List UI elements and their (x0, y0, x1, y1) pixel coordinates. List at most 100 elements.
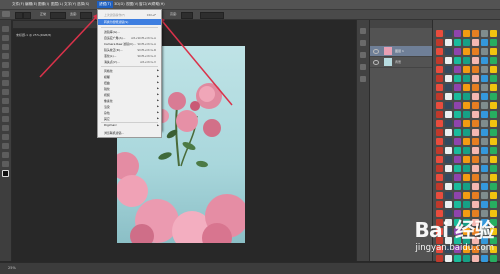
menu-item-convert-smart-filter[interactable]: 转换为智能滤镜(S) (98, 19, 161, 25)
swatch-icon[interactable] (490, 192, 497, 199)
swatch-icon[interactable] (490, 84, 497, 91)
swatch-icon[interactable] (463, 129, 470, 136)
swatch-icon[interactable] (481, 93, 488, 100)
swatch-icon[interactable] (436, 30, 443, 37)
swatch-icon[interactable] (463, 48, 470, 55)
swatch-icon[interactable] (445, 192, 452, 199)
swatch-icon[interactable] (445, 138, 452, 145)
swatch-icon[interactable] (481, 183, 488, 190)
swatch-icon[interactable] (445, 156, 452, 163)
swatch-icon[interactable] (490, 255, 497, 262)
swatch-icon[interactable] (490, 201, 497, 208)
swatch-icon[interactable] (454, 102, 461, 109)
swatch-icon[interactable] (481, 57, 488, 64)
swatch-icon[interactable] (445, 39, 452, 46)
swatch-icon[interactable] (472, 102, 479, 109)
swatch-icon[interactable] (481, 174, 488, 181)
swatch-icon[interactable] (490, 93, 497, 100)
swatch-icon[interactable] (436, 255, 443, 262)
swatch-icon[interactable] (481, 165, 488, 172)
swatch-icon[interactable] (454, 120, 461, 127)
swatch-icon[interactable] (436, 111, 443, 118)
swatch-icon[interactable] (490, 102, 497, 109)
swatch-icon[interactable] (436, 84, 443, 91)
swatch-icon[interactable] (454, 201, 461, 208)
swatch-icon[interactable] (454, 255, 461, 262)
swatch-icon[interactable] (490, 156, 497, 163)
swatch-icon[interactable] (472, 75, 479, 82)
swatch-icon[interactable] (481, 120, 488, 127)
swatch-icon[interactable] (490, 120, 497, 127)
swatch-icon[interactable] (481, 201, 488, 208)
swatch-icon[interactable] (472, 147, 479, 154)
swatch-icon[interactable] (472, 255, 479, 262)
swatch-icon[interactable] (436, 66, 443, 73)
swatch-icon[interactable] (472, 165, 479, 172)
swatch-icon[interactable] (472, 192, 479, 199)
swatch-icon[interactable] (454, 111, 461, 118)
swatch-icon[interactable] (445, 66, 452, 73)
swatch-icon[interactable] (436, 129, 443, 136)
swatch-icon[interactable] (463, 201, 470, 208)
swatch-icon[interactable] (490, 30, 497, 37)
swatch-icon[interactable] (436, 156, 443, 163)
swatch-icon[interactable] (454, 192, 461, 199)
swatch-icon[interactable] (490, 48, 497, 55)
swatch-icon[interactable] (436, 102, 443, 109)
swatch-icon[interactable] (463, 39, 470, 46)
swatch-icon[interactable] (454, 138, 461, 145)
swatch-icon[interactable] (436, 192, 443, 199)
swatch-icon[interactable] (436, 39, 443, 46)
swatch-icon[interactable] (463, 75, 470, 82)
swatch-icon[interactable] (454, 57, 461, 64)
swatch-icon[interactable] (436, 174, 443, 181)
layers-panel-icon[interactable] (360, 52, 366, 58)
swatch-icon[interactable] (472, 30, 479, 37)
swatch-icon[interactable] (445, 165, 452, 172)
swatch-icon[interactable] (490, 39, 497, 46)
swatch-icon[interactable] (463, 192, 470, 199)
swatch-icon[interactable] (445, 84, 452, 91)
menu-item-digimarc[interactable]: Digimarc ▶ (98, 123, 161, 128)
swatch-icon[interactable] (490, 183, 497, 190)
swatch-icon[interactable] (490, 111, 497, 118)
swatch-icon[interactable] (445, 102, 452, 109)
swatch-icon[interactable] (445, 30, 452, 37)
swatch-icon[interactable] (454, 48, 461, 55)
swatch-icon[interactable] (472, 120, 479, 127)
eye-icon[interactable] (373, 49, 379, 54)
swatch-icon[interactable] (472, 129, 479, 136)
swatch-icon[interactable] (490, 165, 497, 172)
swatch-icon[interactable] (481, 255, 488, 262)
swatch-icon[interactable] (436, 138, 443, 145)
swatch-icon[interactable] (472, 48, 479, 55)
swatch-icon[interactable] (436, 93, 443, 100)
swatch-icon[interactable] (481, 84, 488, 91)
swatch-icon[interactable] (445, 147, 452, 154)
swatch-icon[interactable] (454, 30, 461, 37)
swatch-icon[interactable] (490, 75, 497, 82)
swatch-icon[interactable] (490, 66, 497, 73)
swatch-icon[interactable] (463, 66, 470, 73)
swatch-icon[interactable] (463, 255, 470, 262)
swatch-icon[interactable] (445, 255, 452, 262)
swatch-icon[interactable] (454, 75, 461, 82)
swatch-icon[interactable] (454, 156, 461, 163)
swatch-icon[interactable] (445, 57, 452, 64)
swatch-icon[interactable] (490, 129, 497, 136)
swatch-icon[interactable] (481, 111, 488, 118)
swatch-icon[interactable] (481, 192, 488, 199)
menu-item-browse-online-filters[interactable]: 浏览联机滤镜... (98, 130, 161, 136)
swatch-icon[interactable] (463, 93, 470, 100)
channels-panel-icon[interactable] (360, 64, 366, 70)
layer-row-1[interactable]: 图层 1 (370, 46, 432, 57)
swatch-icon[interactable] (463, 165, 470, 172)
swatch-icon[interactable] (472, 39, 479, 46)
swatch-icon[interactable] (445, 48, 452, 55)
swatch-icon[interactable] (454, 66, 461, 73)
swatch-icon[interactable] (490, 147, 497, 154)
swatch-icon[interactable] (490, 138, 497, 145)
swatch-icon[interactable] (463, 102, 470, 109)
swatch-icon[interactable] (472, 156, 479, 163)
swatch-icon[interactable] (463, 183, 470, 190)
